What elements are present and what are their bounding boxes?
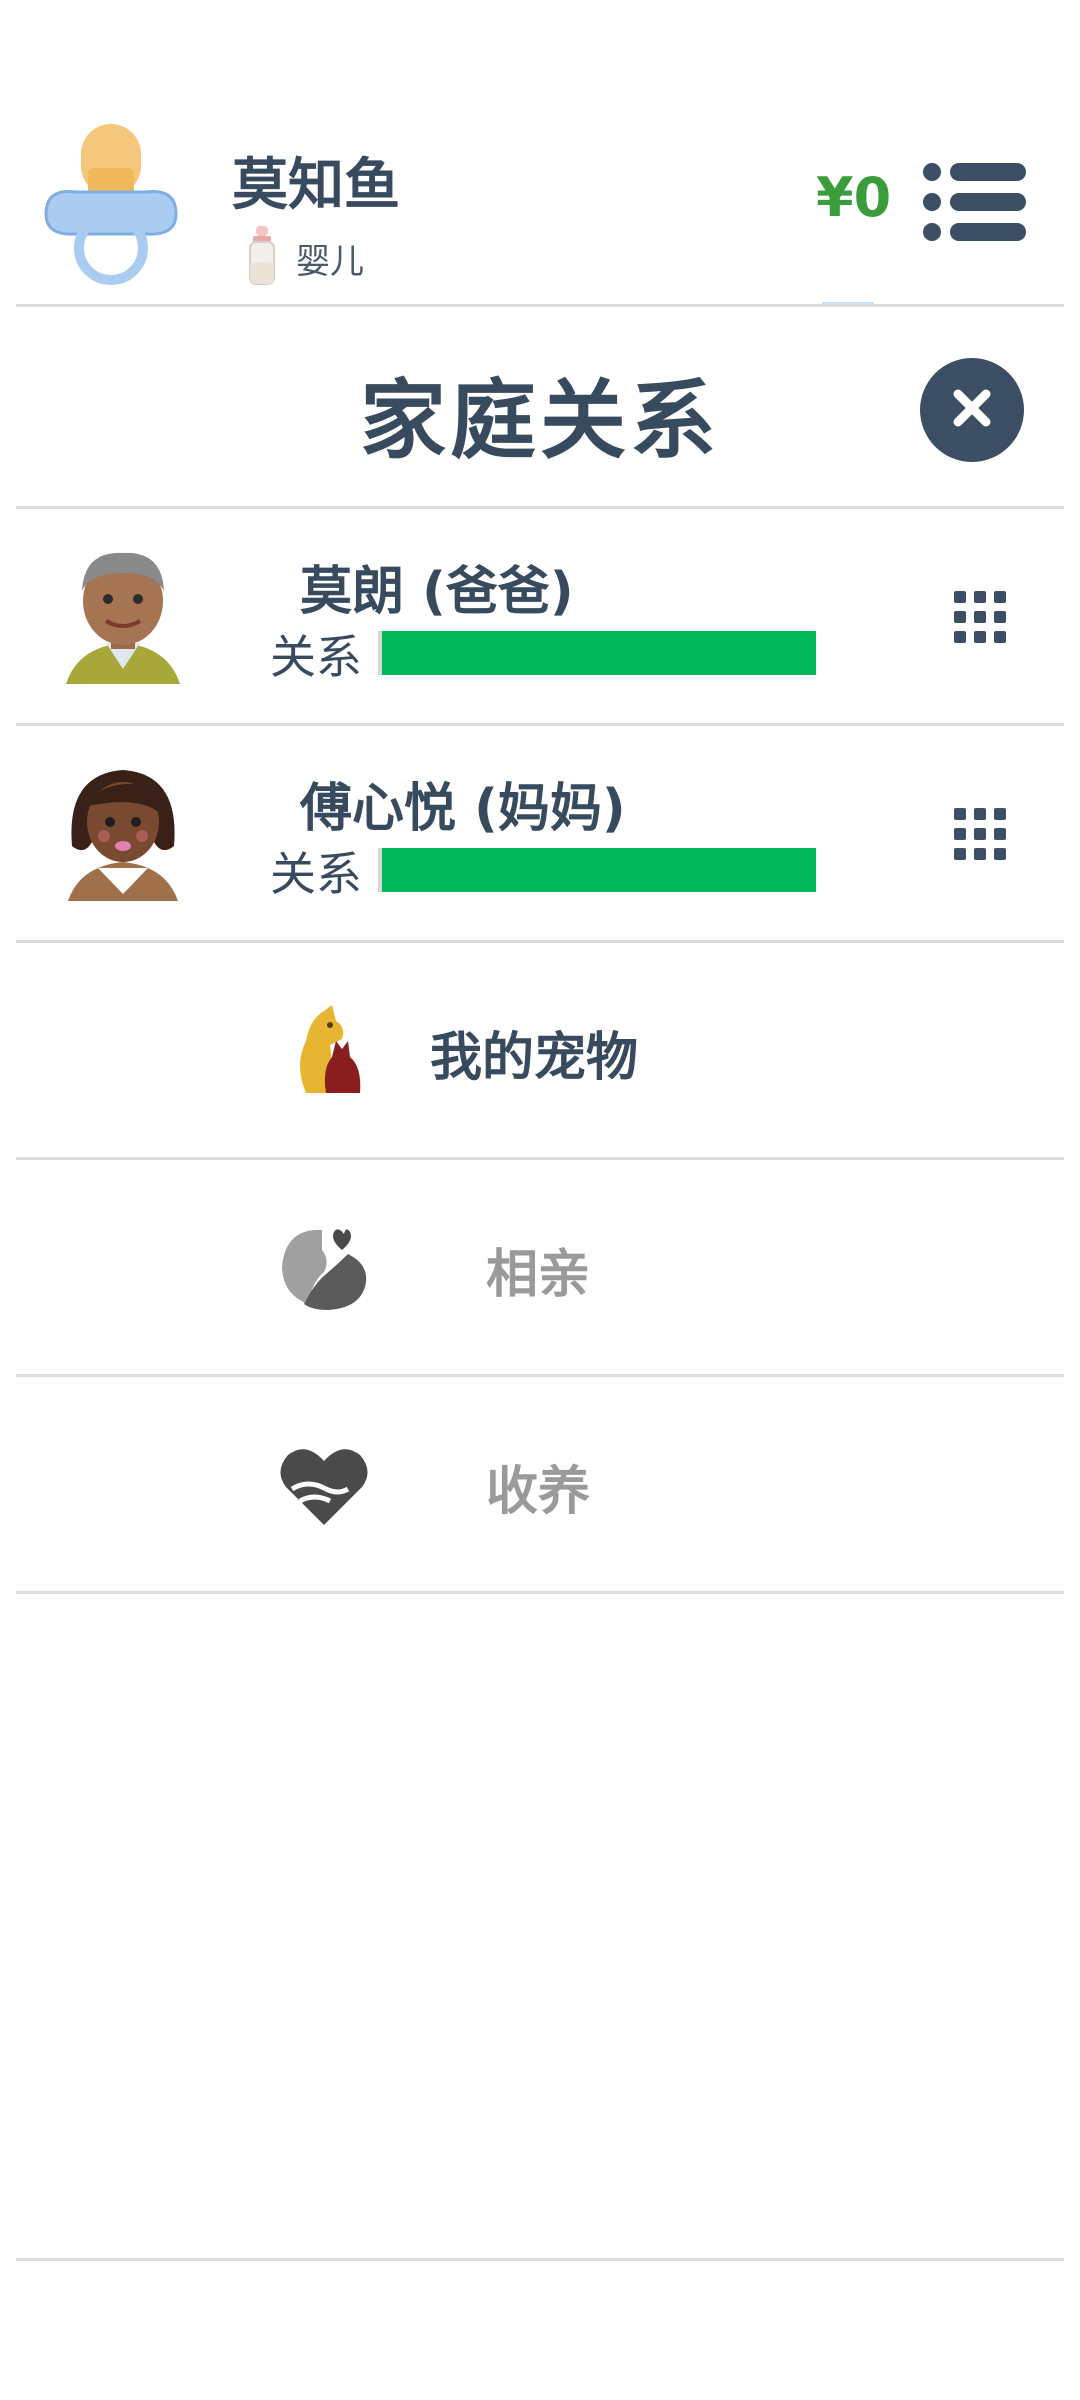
- relation-row-father[interactable]: 莫朗 (爸爸) 关系: [16, 509, 1064, 723]
- grid-menu-icon[interactable]: [954, 808, 1010, 864]
- grid-menu-icon[interactable]: [954, 591, 1010, 647]
- baby-bottle-icon: [248, 226, 276, 290]
- adopt-icon: [278, 1445, 370, 1527]
- pets-menu-item[interactable]: 我的宠物: [16, 943, 1064, 1157]
- relation-level-bar: [378, 631, 816, 675]
- adopt-menu-label: 收养: [486, 1462, 591, 1522]
- close-icon: [950, 386, 994, 434]
- relation-label: 关系: [270, 630, 362, 684]
- divider: [16, 2258, 1064, 2261]
- money-display: ¥0: [816, 166, 892, 229]
- dating-icon: [278, 1224, 370, 1312]
- divider: [16, 304, 1064, 307]
- pacifier-icon: [36, 118, 186, 288]
- relation-level-bar: [378, 848, 816, 892]
- father-avatar: [58, 539, 188, 689]
- life-stage-label: 婴儿: [296, 241, 364, 282]
- relation-level-fill: [382, 631, 816, 675]
- relation-name: 傅心悦 (妈妈): [300, 779, 626, 839]
- adopt-menu-item[interactable]: 收养: [16, 1377, 1064, 1591]
- relation-level-fill: [382, 848, 816, 892]
- life-stage-row: 婴儿: [248, 226, 364, 290]
- close-button[interactable]: [920, 358, 1024, 462]
- pets-menu-label: 我的宠物: [430, 1028, 639, 1088]
- relation-row-mother[interactable]: 傅心悦 (妈妈) 关系: [16, 726, 1064, 940]
- dating-menu-label: 相亲: [486, 1245, 591, 1305]
- relation-name: 莫朗 (爸爸): [300, 562, 574, 622]
- pet-icon: [286, 1005, 372, 1095]
- menu-list-icon[interactable]: [922, 160, 1026, 244]
- page-title: 家庭关系: [360, 371, 720, 471]
- mother-avatar: [58, 756, 188, 906]
- divider: [16, 1591, 1064, 1594]
- player-name: 莫知鱼: [232, 153, 400, 218]
- relation-label: 关系: [270, 847, 362, 901]
- dating-menu-item[interactable]: 相亲: [16, 1160, 1064, 1374]
